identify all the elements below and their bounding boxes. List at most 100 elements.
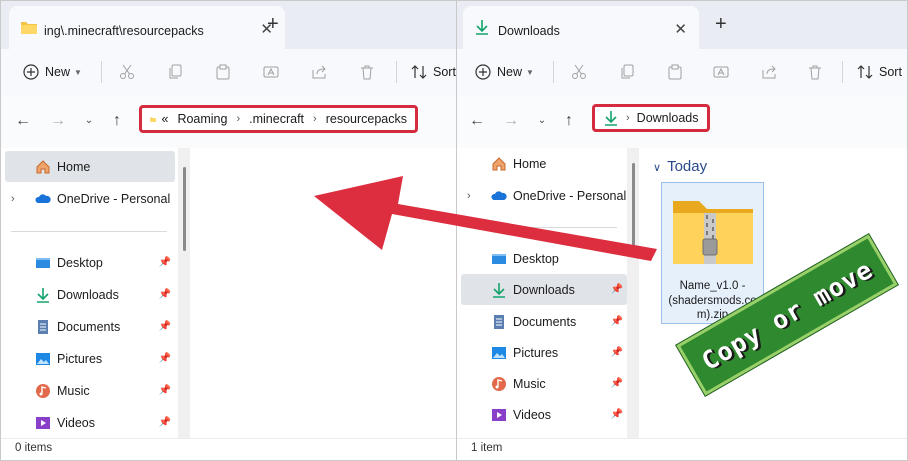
sidebar-item-desktop[interactable]: Desktop 📌 [5,247,175,278]
sort-button[interactable]: Sort [411,60,456,84]
sidebar-item-home[interactable]: Home [461,148,627,179]
copy-icon [621,64,634,79]
address-bar[interactable]: › Downloads [592,104,710,132]
delete-button[interactable] [359,60,375,84]
sidebar-item-label: Pictures [57,351,103,366]
title-bar: Downloads ✕ + [457,1,907,49]
pin-icon: 📌 [158,417,171,428]
back-arrow-icon[interactable]: ← [15,113,31,129]
toolbar-divider [396,61,397,83]
back-arrow-icon[interactable]: ← [469,113,485,129]
chevron-down-icon: ▼ [526,67,534,77]
sidebar-scrollbar-thumb[interactable] [632,163,635,247]
sidebar-item-label: Videos [57,415,95,430]
close-tab-icon[interactable]: ✕ [674,20,687,38]
sidebar-item-onedrive[interactable]: › OneDrive - Personal [461,180,627,211]
sidebar-item-documents[interactable]: Documents 📌 [461,306,627,337]
rename-button[interactable] [263,60,279,84]
sidebar-item-videos[interactable]: Videos 📌 [461,399,627,430]
music-icon [36,384,50,398]
chevron-right-icon[interactable]: › [236,113,240,125]
sidebar-item-label: Home [513,156,547,171]
command-bar: New ▼ Sort [457,49,907,97]
breadcrumb-resourcepacks[interactable]: resourcepacks [326,112,407,126]
sort-icon [857,65,873,79]
sidebar-item-music[interactable]: Music 📌 [5,375,175,406]
breadcrumb-downloads[interactable]: Downloads [637,111,699,125]
copy-button[interactable] [167,60,183,84]
breadcrumb-overflow[interactable]: « [161,112,168,126]
sidebar-scrollbar-thumb[interactable] [183,167,186,251]
file-name-line: Name_v1.0 - [679,280,746,292]
status-item-count: 1 item [471,442,503,454]
rename-button[interactable] [713,60,729,84]
home-icon [36,160,50,174]
picture-icon [492,347,506,359]
new-tab-button[interactable]: + [715,14,727,34]
recent-locations-chevron-icon[interactable]: ⌄ [534,113,550,129]
new-label: New [497,65,523,79]
chevron-right-icon[interactable]: › [467,190,471,202]
cut-button[interactable] [571,60,587,84]
up-arrow-icon[interactable]: ↑ [561,113,577,129]
tab-resourcepacks[interactable]: ing\.minecraft\resourcepacks ✕ [9,6,285,49]
chevron-down-icon: ∨ [653,162,662,174]
plus-circle-icon [475,64,491,80]
delete-button[interactable] [807,60,823,84]
recent-locations-chevron-icon[interactable]: ⌄ [81,113,97,129]
breadcrumb-roaming[interactable]: Roaming [177,112,227,126]
share-button[interactable] [311,60,327,84]
copy-button[interactable] [619,60,635,84]
new-button[interactable]: New ▼ [23,60,82,84]
status-divider [457,438,907,439]
sidebar-item-onedrive[interactable]: › OneDrive - Personal [5,183,175,214]
navigation-pane: Home › OneDrive - Personal Desktop 📌 Dow… [1,148,191,438]
new-label: New [45,65,71,79]
cut-button[interactable] [119,60,135,84]
tab-downloads[interactable]: Downloads ✕ [463,6,699,49]
status-item-count: 0 items [15,442,53,454]
download-icon [605,111,617,126]
pin-icon: 📌 [158,257,171,268]
chevron-right-icon[interactable]: › [313,113,317,125]
video-icon [492,409,506,421]
sidebar-item-documents[interactable]: Documents 📌 [5,311,175,342]
paste-button[interactable] [215,60,231,84]
sidebar-item-pictures[interactable]: Pictures 📌 [5,343,175,374]
group-header-today[interactable]: ∨ Today [653,158,707,175]
up-arrow-icon[interactable]: ↑ [109,113,125,129]
sidebar-item-label: Desktop [57,255,103,270]
sidebar-item-label: Documents [57,319,121,334]
sidebar-item-pictures[interactable]: Pictures 📌 [461,337,627,368]
zip-folder-icon [673,201,753,264]
sidebar-item-label: Downloads [513,282,575,297]
forward-arrow-icon[interactable]: → [50,113,66,129]
new-tab-button[interactable]: + [267,14,279,34]
forward-arrow-icon[interactable]: → [503,113,519,129]
trash-icon [361,65,373,80]
breadcrumb-minecraft[interactable]: .minecraft [249,112,304,126]
share-button[interactable] [761,60,777,84]
scissors-icon [120,64,134,79]
toolbar-divider [842,61,843,83]
sidebar-item-home[interactable]: Home [5,151,175,182]
command-bar: New ▼ Sort [1,49,457,97]
paste-button[interactable] [667,60,683,84]
rename-icon [263,66,279,78]
sidebar-item-desktop[interactable]: Desktop [461,243,627,274]
download-icon [37,288,49,303]
address-bar[interactable]: « Roaming › .minecraft › resourcepacks [139,105,418,133]
toolbar-divider [553,61,554,83]
sidebar-item-videos[interactable]: Videos 📌 [5,407,175,438]
explorer-window-resourcepacks: ing\.minecraft\resourcepacks ✕ + New ▼ S… [0,0,458,461]
chevron-right-icon[interactable]: › [11,193,15,205]
new-button[interactable]: New ▼ [475,60,534,84]
sidebar-item-label: Downloads [57,287,119,302]
chevron-right-icon[interactable]: › [626,112,630,124]
sidebar-item-music[interactable]: Music 📌 [461,368,627,399]
sidebar-item-downloads[interactable]: Downloads 📌 [5,279,175,310]
document-icon [494,315,504,329]
sort-button[interactable]: Sort [857,60,902,84]
navigation-row: ← → ⌄ ↑ « Roaming › .minecraft › resourc… [1,96,457,148]
sidebar-item-downloads[interactable]: Downloads 📌 [461,274,627,305]
